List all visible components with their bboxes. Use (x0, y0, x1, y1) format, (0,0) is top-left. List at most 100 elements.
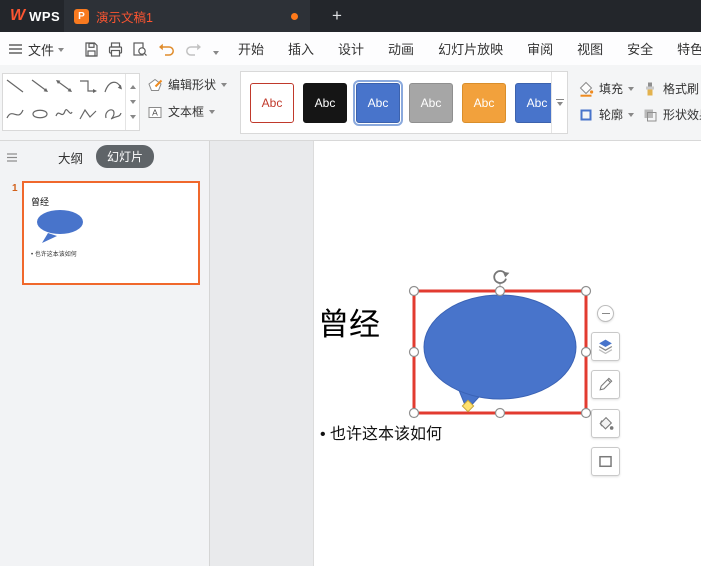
resize-handle-nw[interactable] (408, 285, 420, 297)
shape-style-option[interactable]: Abc (462, 82, 506, 123)
fill-color-button[interactable] (591, 409, 620, 438)
edit-shape-icon (148, 78, 163, 91)
edit-shape-button[interactable]: 编辑形状 (147, 76, 228, 93)
resize-handle-sw[interactable] (408, 407, 420, 419)
presentation-file-icon: P (74, 8, 89, 24)
slide-thumbnail-selected[interactable]: 曾经 • 也许这本该如何 (22, 181, 200, 285)
document-tab-title: 演示文稿1 (96, 10, 153, 25)
resize-handle-s[interactable] (494, 407, 506, 419)
resize-handle-n[interactable] (494, 285, 506, 297)
shape-option-double-arrow[interactable] (53, 77, 75, 100)
tab-security[interactable]: 安全 (627, 39, 653, 58)
redo-button[interactable] (184, 40, 202, 58)
arrange-layers-button[interactable] (591, 332, 620, 361)
pane-menu-button[interactable] (6, 150, 18, 162)
layers-icon (598, 339, 613, 355)
unsaved-indicator-dot (291, 12, 298, 20)
speech-bubble-shape[interactable] (423, 294, 577, 400)
hamburger-icon (9, 44, 22, 54)
edit-style-button[interactable] (591, 370, 620, 399)
shape-option-curve-arrow[interactable] (102, 77, 124, 100)
undo-icon (159, 43, 174, 56)
shape-style-option[interactable]: Abc (409, 82, 453, 123)
tab-slideshow[interactable]: 幻灯片放映 (438, 39, 503, 58)
print-preview-button[interactable] (130, 40, 148, 58)
scroll-down-button[interactable] (129, 100, 136, 104)
resize-handle-w[interactable] (408, 346, 420, 358)
shape-effects-label: 形状效果 (663, 108, 701, 122)
tab-review[interactable]: 审阅 (527, 39, 553, 58)
tab-design[interactable]: 设计 (338, 39, 364, 58)
frame-icon (599, 455, 612, 468)
quick-toolbar-more-button[interactable] (207, 44, 225, 62)
fill-button[interactable]: 填充 (578, 80, 635, 97)
tab-home[interactable]: 开始 (238, 39, 264, 58)
chevron-down-icon (58, 47, 65, 52)
menubar: 文件 开始 插入 设计 动画 幻灯片放映 审阅 视图 安全 特色 (0, 32, 701, 65)
document-tab[interactable]: P 演示文稿1 (64, 0, 310, 32)
print-preview-icon (132, 41, 147, 56)
shape-effects-button[interactable]: 形状效果 (642, 106, 701, 123)
shape-option-arrow[interactable] (29, 77, 51, 100)
pane-menu-icon (7, 153, 17, 162)
tab-insert[interactable]: 插入 (288, 39, 314, 58)
chevron-down-icon (556, 102, 563, 107)
resize-handle-e[interactable] (580, 346, 592, 358)
shape-style-option[interactable]: Abc (250, 82, 294, 123)
slides-panel: 大纲 幻灯片 1 曾经 • 也许这本该如何 (0, 141, 210, 566)
edit-shape-label: 编辑形状 (168, 78, 217, 92)
format-painter-button[interactable]: 格式刷 (642, 80, 699, 97)
file-menu-button[interactable]: 文件 (28, 40, 65, 59)
tab-features[interactable]: 特色 (677, 39, 701, 58)
save-button[interactable] (82, 40, 100, 58)
shape-style-gallery: Abc Abc Abc Abc Abc Abc (240, 71, 568, 134)
shape-option-s-curve[interactable] (4, 105, 26, 128)
wps-logo[interactable]: W WPS (10, 0, 60, 32)
main-menu-button[interactable] (8, 42, 23, 54)
text-box-button[interactable]: A 文本框 (147, 103, 227, 120)
paint-bucket-icon (599, 416, 614, 430)
thumbnail-speech-bubble (37, 210, 83, 243)
shape-effects-icon (644, 109, 657, 121)
shape-option-loop-curve[interactable] (102, 105, 124, 128)
panel-header: 大纲 幻灯片 (0, 141, 209, 170)
selection-toolbar-collapse-button[interactable] (597, 305, 614, 322)
tab-outline[interactable]: 大纲 (58, 148, 83, 167)
undo-button[interactable] (158, 40, 176, 58)
tab-view[interactable]: 视图 (577, 39, 603, 58)
file-menu-label: 文件 (28, 43, 55, 58)
shape-style-option[interactable]: Abc (303, 82, 347, 123)
minus-icon (601, 312, 610, 315)
shape-option-closed-curve[interactable] (29, 105, 51, 128)
resize-handle-se[interactable] (580, 407, 592, 419)
chevron-down-icon (221, 82, 228, 87)
more-bar-icon (555, 98, 564, 101)
outline-button[interactable]: 轮廓 (578, 106, 635, 123)
scroll-up-button[interactable] (129, 85, 136, 89)
shape-option-line[interactable] (4, 77, 26, 100)
new-tab-button[interactable]: + (326, 4, 348, 28)
slide-editing-area: 曾经 • 也许这本该如何 (210, 141, 701, 566)
paint-bucket-icon (579, 81, 594, 97)
ribbon: 编辑形状 A 文本框 Abc Abc Abc Abc Abc Abc 填充 格式… (0, 65, 701, 141)
style-gallery-more-button[interactable] (551, 72, 567, 133)
outline-frame-button[interactable] (591, 447, 620, 476)
text-box-icon: A (148, 106, 162, 118)
shape-style-option-selected[interactable]: Abc (353, 79, 403, 126)
ribbon-tab-strip: 开始 插入 设计 动画 幻灯片放映 审阅 视图 安全 特色 (238, 32, 701, 65)
titlebar: W WPS P 演示文稿1 + (0, 0, 701, 32)
slide-title-textbox[interactable]: 曾经 (318, 299, 380, 344)
wps-logo-icon: W (10, 7, 26, 24)
shape-option-elbow-connector[interactable] (77, 77, 99, 100)
resize-handle-ne[interactable] (580, 285, 592, 297)
tab-animation[interactable]: 动画 (388, 39, 414, 58)
shape-gallery-controls (125, 74, 139, 130)
thumbnail-bullet-text: • 也许这本该如何 (31, 252, 77, 258)
shape-option-freeform[interactable] (77, 105, 99, 128)
shape-option-scribble[interactable] (53, 105, 75, 128)
outline-icon (580, 109, 592, 120)
rotate-handle[interactable] (493, 270, 510, 284)
shape-gallery-more-button[interactable] (129, 115, 136, 119)
tab-slides-active[interactable]: 幻灯片 (96, 145, 155, 168)
print-button[interactable] (106, 40, 124, 58)
